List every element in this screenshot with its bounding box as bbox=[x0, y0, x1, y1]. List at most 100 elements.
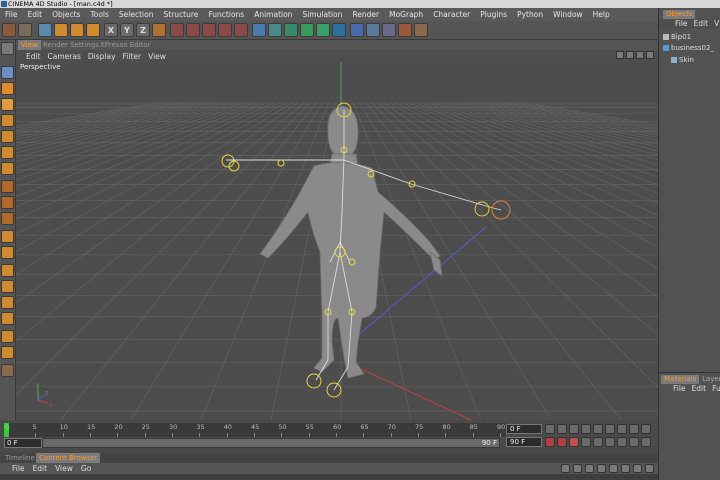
deformer-icon[interactable] bbox=[300, 23, 314, 37]
bend-icon[interactable] bbox=[316, 23, 330, 37]
zoom-icon[interactable] bbox=[626, 51, 634, 59]
vp-menu-view[interactable]: View bbox=[148, 52, 173, 61]
prev-key-icon[interactable] bbox=[557, 424, 567, 434]
back-icon[interactable] bbox=[633, 464, 642, 473]
object-item-bip01[interactable]: Bip01 bbox=[663, 33, 691, 41]
vp-menu-edit[interactable]: Edit bbox=[26, 52, 48, 61]
layout-icon[interactable] bbox=[414, 23, 428, 37]
autokey-icon[interactable] bbox=[557, 437, 567, 447]
edit-render-settings-icon[interactable] bbox=[202, 23, 216, 37]
live-selection-icon[interactable] bbox=[38, 23, 52, 37]
orbit-icon[interactable] bbox=[636, 51, 644, 59]
perspective-viewport[interactable]: y x z Perspective bbox=[16, 62, 658, 420]
obj-menu-file[interactable]: File bbox=[675, 19, 694, 29]
paint-icon[interactable] bbox=[1, 212, 14, 225]
preview-range-slider[interactable]: 90 F bbox=[42, 438, 500, 448]
uv-polygons-icon[interactable] bbox=[1, 196, 14, 209]
menu-render[interactable]: Render bbox=[347, 10, 384, 19]
obj-menu-edit[interactable]: Edit bbox=[694, 19, 715, 29]
forward-icon[interactable] bbox=[645, 464, 654, 473]
menu-python[interactable]: Python bbox=[512, 10, 548, 19]
mat-menu-function[interactable]: Fu bbox=[712, 384, 720, 394]
keyframe-selection-icon[interactable] bbox=[569, 437, 579, 447]
menu-file[interactable]: File bbox=[0, 10, 23, 19]
tab-content-browser[interactable]: Content Browser bbox=[36, 453, 101, 463]
scene-icon[interactable] bbox=[382, 23, 396, 37]
view-mode-icon[interactable] bbox=[561, 464, 570, 473]
nurbs-icon[interactable] bbox=[268, 23, 282, 37]
expand-icon[interactable] bbox=[663, 34, 669, 40]
menu-tools[interactable]: Tools bbox=[85, 10, 113, 19]
points-mode-icon[interactable] bbox=[1, 130, 14, 143]
object-item-business02[interactable]: business02_ bbox=[663, 44, 714, 52]
snap-icon[interactable] bbox=[1, 264, 14, 277]
menu-structure[interactable]: Structure bbox=[159, 10, 204, 19]
pan-icon[interactable] bbox=[616, 51, 624, 59]
go-to-start-icon[interactable] bbox=[545, 424, 555, 434]
tab-xpresso-editor[interactable]: XPresso Editor bbox=[97, 40, 153, 50]
play-icon[interactable] bbox=[593, 424, 603, 434]
lock-icon[interactable] bbox=[573, 464, 582, 473]
menu-objects[interactable]: Objects bbox=[47, 10, 85, 19]
search-icon[interactable] bbox=[621, 464, 630, 473]
vp-menu-cameras[interactable]: Cameras bbox=[48, 52, 88, 61]
mat-menu-edit[interactable]: Edit bbox=[692, 384, 713, 394]
rotation-track-icon[interactable] bbox=[605, 437, 615, 447]
scale-icon[interactable] bbox=[70, 23, 84, 37]
menu-edit[interactable]: Edit bbox=[23, 10, 48, 19]
coordinate-system-icon[interactable] bbox=[152, 23, 166, 37]
render-view-icon[interactable] bbox=[170, 23, 184, 37]
next-key-icon[interactable] bbox=[617, 424, 627, 434]
menu-plugins[interactable]: Plugins bbox=[475, 10, 512, 19]
soft-selection-icon[interactable] bbox=[1, 296, 14, 309]
loop-icon[interactable] bbox=[641, 424, 651, 434]
workplane-icon[interactable] bbox=[1, 114, 14, 127]
floor-icon[interactable] bbox=[332, 23, 346, 37]
render-picture-viewer-icon[interactable] bbox=[186, 23, 200, 37]
preset-icon[interactable] bbox=[597, 464, 606, 473]
end-frame-field[interactable]: 90 F bbox=[506, 437, 542, 447]
tab-objects[interactable]: Objects bbox=[663, 10, 696, 19]
rotate-icon[interactable] bbox=[86, 23, 100, 37]
light-icon[interactable] bbox=[366, 23, 380, 37]
tab-timeline[interactable]: Timeline bbox=[2, 453, 38, 463]
menu-selection[interactable]: Selection bbox=[114, 10, 159, 19]
menu-window[interactable]: Window bbox=[548, 10, 588, 19]
cb-menu-go[interactable]: Go bbox=[81, 464, 99, 473]
character-icon[interactable] bbox=[398, 23, 412, 37]
scale-track-icon[interactable] bbox=[593, 437, 603, 447]
maximize-viewport-icon[interactable] bbox=[646, 51, 654, 59]
tab-materials[interactable]: Materials bbox=[661, 375, 700, 384]
vp-menu-display[interactable]: Display bbox=[88, 52, 123, 61]
prev-frame-icon[interactable] bbox=[569, 424, 579, 434]
menu-simulation[interactable]: Simulation bbox=[297, 10, 347, 19]
cb-menu-file[interactable]: File bbox=[12, 464, 33, 473]
menu-mograph[interactable]: MoGraph bbox=[384, 10, 428, 19]
tab-render-settings[interactable]: Render Settings bbox=[40, 40, 102, 50]
undo-icon[interactable] bbox=[2, 23, 16, 37]
start-frame-field[interactable]: 0 F bbox=[4, 438, 42, 448]
array-icon[interactable] bbox=[284, 23, 298, 37]
play-backward-icon[interactable] bbox=[581, 424, 591, 434]
cb-menu-view[interactable]: View bbox=[55, 464, 81, 473]
move-icon[interactable] bbox=[54, 23, 68, 37]
timeline-ruler[interactable]: 0 5 10 15 20 25 30 35 40 45 50 55 60 65 70 75 80 85 90 bbox=[4, 423, 506, 437]
menu-character[interactable]: Character bbox=[428, 10, 475, 19]
current-frame-field[interactable]: 0 F bbox=[506, 424, 542, 434]
y-axis-lock-icon[interactable]: Y bbox=[120, 23, 134, 37]
record-icon[interactable] bbox=[545, 437, 555, 447]
grid-icon[interactable] bbox=[1, 346, 14, 359]
menu-animation[interactable]: Animation bbox=[249, 10, 297, 19]
cb-menu-edit[interactable]: Edit bbox=[33, 464, 56, 473]
make-editable-icon[interactable] bbox=[1, 42, 14, 55]
next-frame-icon[interactable] bbox=[605, 424, 615, 434]
polygons-mode-icon[interactable] bbox=[1, 162, 14, 175]
edges-mode-icon[interactable] bbox=[1, 146, 14, 159]
model-mode-icon[interactable] bbox=[1, 66, 14, 79]
go-to-end-icon[interactable] bbox=[629, 424, 639, 434]
x-axis-lock-icon[interactable]: X bbox=[104, 23, 118, 37]
tweak-icon[interactable] bbox=[1, 246, 14, 259]
render-region-icon[interactable] bbox=[218, 23, 232, 37]
timeline-options-icon[interactable] bbox=[641, 437, 651, 447]
symmetry-icon[interactable] bbox=[1, 312, 14, 325]
